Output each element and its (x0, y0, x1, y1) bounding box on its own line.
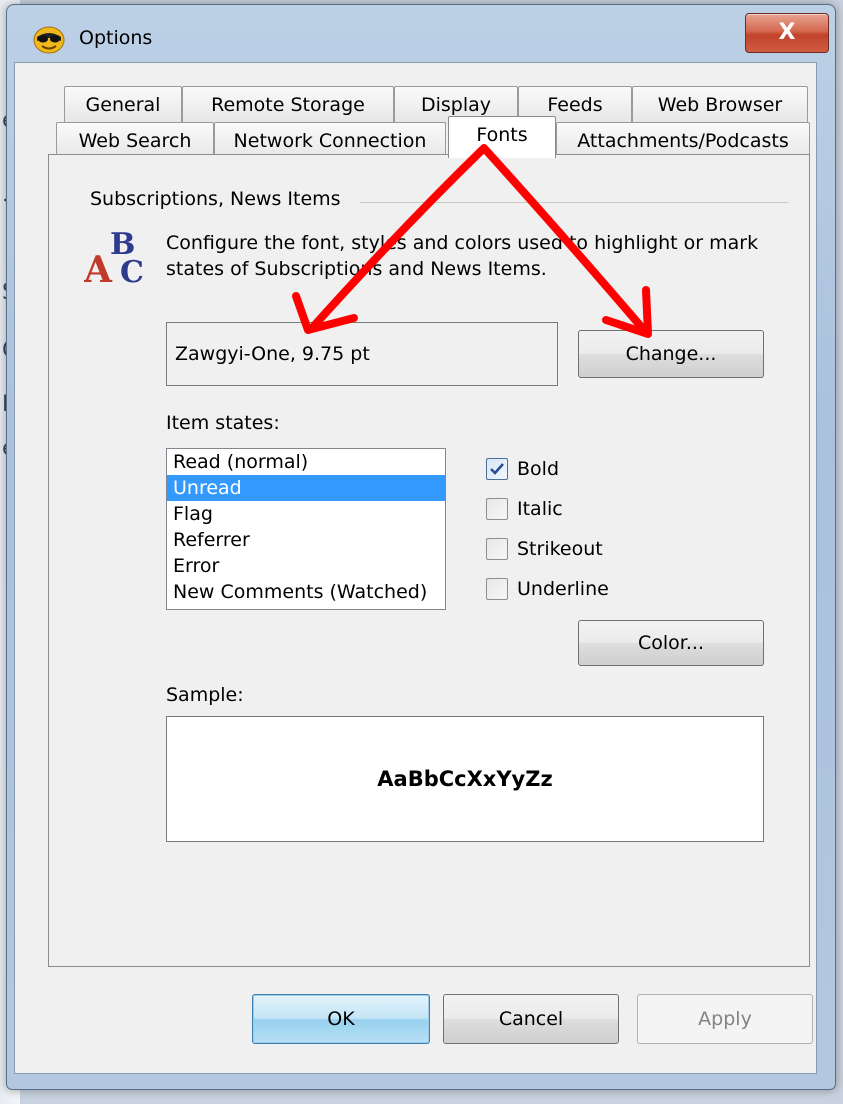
close-icon: X (778, 20, 796, 45)
item-states-list[interactable]: Read (normal) Unread Flag Referrer Error… (166, 448, 446, 610)
group-divider (360, 202, 788, 203)
current-font-display: Zawgyi-One, 9.75 pt (166, 322, 558, 386)
italic-label[interactable]: Italic (517, 498, 563, 520)
window-title: Options (79, 27, 153, 49)
svg-text:C: C (120, 255, 144, 288)
group-title: Subscriptions, News Items (90, 188, 349, 210)
list-item[interactable]: Referrer (167, 527, 445, 553)
list-item-selected[interactable]: Unread (167, 475, 445, 501)
title-bar[interactable]: Options X (7, 5, 835, 67)
svg-text:A: A (84, 249, 113, 288)
tab-fonts[interactable]: Fonts (448, 116, 556, 158)
tab-web-browser[interactable]: Web Browser (632, 86, 808, 124)
sample-text: AaBbCcXxYyZz (377, 767, 553, 791)
font-abc-icon: B A C (84, 227, 144, 288)
bold-label[interactable]: Bold (517, 458, 559, 480)
underline-label[interactable]: Underline (517, 578, 609, 600)
sample-label: Sample: (166, 684, 244, 706)
tab-remote-storage[interactable]: Remote Storage (182, 86, 394, 124)
ok-button[interactable]: OK (252, 994, 430, 1044)
tab-general[interactable]: General (64, 86, 182, 124)
close-button[interactable]: X (745, 13, 829, 53)
strikeout-label[interactable]: Strikeout (517, 538, 603, 560)
list-item[interactable]: Error (167, 553, 445, 579)
list-item[interactable]: Read (normal) (167, 449, 445, 475)
list-item[interactable]: Flag (167, 501, 445, 527)
current-font-value: Zawgyi-One, 9.75 pt (175, 343, 370, 365)
strikeout-checkbox[interactable] (486, 538, 508, 560)
apply-button[interactable]: Apply (637, 994, 813, 1044)
change-font-button[interactable]: Change... (578, 330, 764, 378)
sample-preview: AaBbCcXxYyZz (166, 716, 764, 842)
cancel-button[interactable]: Cancel (443, 994, 619, 1044)
app-logo-icon (33, 26, 65, 54)
checkmark-icon (490, 463, 504, 475)
item-states-label: Item states: (166, 412, 280, 434)
color-button[interactable]: Color... (578, 620, 764, 666)
list-item[interactable]: New Comments (Watched) (167, 579, 445, 605)
bold-checkbox[interactable] (486, 458, 508, 480)
italic-checkbox[interactable] (486, 498, 508, 520)
group-description: Configure the font, styles and colors us… (166, 232, 759, 280)
underline-checkbox[interactable] (486, 578, 508, 600)
